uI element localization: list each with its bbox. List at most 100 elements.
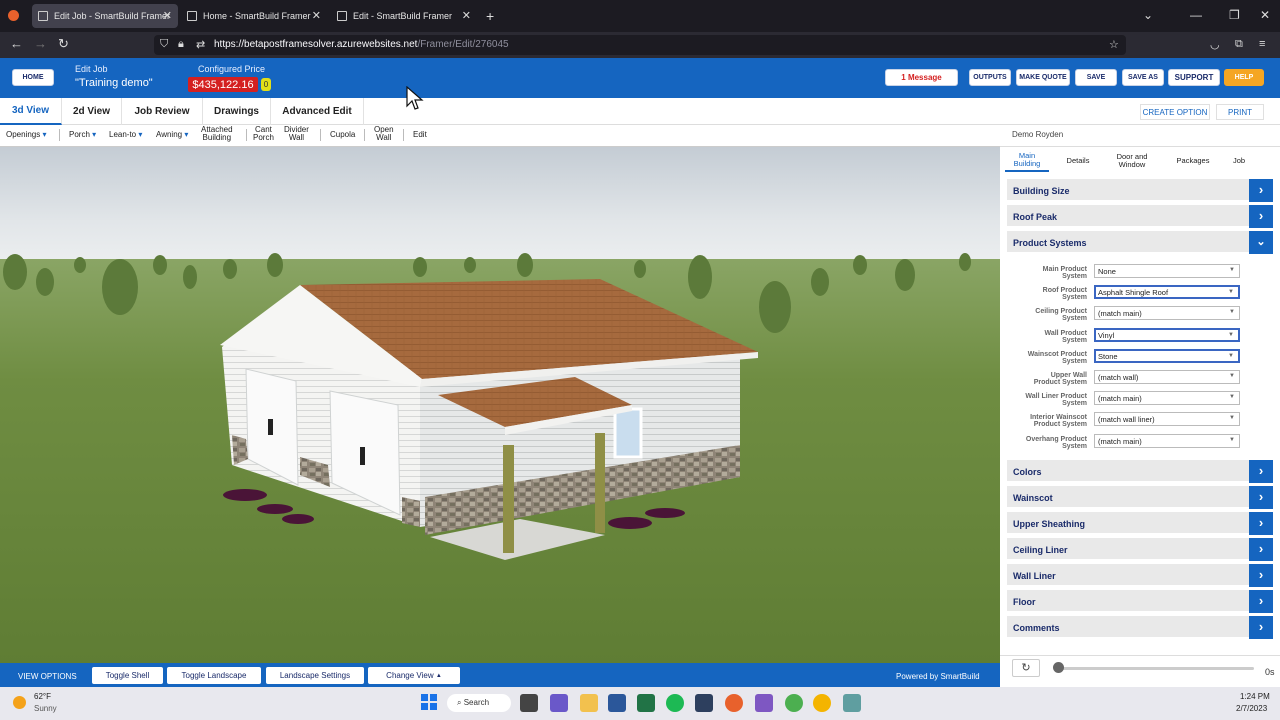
tab-details[interactable]: Details: [1055, 150, 1101, 172]
timeline-handle[interactable]: [1053, 662, 1064, 673]
new-tab-icon[interactable]: +: [486, 8, 494, 24]
list-tabs-icon[interactable]: ⌄: [1143, 8, 1153, 22]
price-badge[interactable]: 0: [261, 78, 271, 91]
open-wall-button[interactable]: Open Wall: [374, 126, 394, 142]
wainscot-product-system-select[interactable]: Stone ▼: [1094, 349, 1240, 363]
ceiling-product-system-select[interactable]: (match main) ▼: [1094, 306, 1240, 320]
browser-tab-edit-job[interactable]: Edit Job - SmartBuild Framer ✕: [32, 4, 178, 28]
porch-menu[interactable]: Porch ▾: [69, 131, 96, 139]
3d-viewport[interactable]: [0, 147, 1000, 663]
landscape-settings-button[interactable]: Landscape Settings: [266, 667, 364, 684]
address-bar[interactable]: https://betapostframesolver.azurewebsite…: [154, 35, 1126, 55]
make-quote-button[interactable]: MAKE QUOTE: [1016, 69, 1070, 86]
media-icon[interactable]: [755, 694, 773, 712]
save-button[interactable]: SAVE: [1075, 69, 1117, 86]
interior-wainscot-product-system-select[interactable]: (match wall liner) ▼: [1094, 412, 1240, 426]
task-view-icon[interactable]: [520, 694, 538, 712]
browser-tab-edit[interactable]: Edit - SmartBuild Framer ✕: [331, 4, 477, 28]
chevron-right-icon[interactable]: ›: [1249, 616, 1273, 639]
upper-sheathing-section[interactable]: Upper Sheathing: [1007, 512, 1273, 535]
firefox-icon[interactable]: [725, 694, 743, 712]
roof-peak-section[interactable]: Roof Peak: [1007, 205, 1273, 228]
chevron-right-icon[interactable]: ›: [1249, 486, 1273, 509]
close-window-icon[interactable]: ✕: [1260, 8, 1270, 22]
divider-wall-button[interactable]: Divider Wall: [284, 126, 309, 142]
chrome-icon[interactable]: [785, 694, 803, 712]
edge-icon[interactable]: [813, 694, 831, 712]
start-icon[interactable]: [421, 694, 437, 710]
edit-button[interactable]: Edit: [413, 131, 427, 139]
chat-icon[interactable]: [550, 694, 568, 712]
weather-icon[interactable]: [13, 696, 26, 709]
attached-building-button[interactable]: Attached Building: [201, 126, 233, 142]
close-tab-icon[interactable]: ✕: [163, 9, 172, 22]
chevron-down-icon[interactable]: ⌄: [1249, 231, 1273, 254]
chevron-right-icon[interactable]: ›: [1249, 512, 1273, 535]
create-option-button[interactable]: CREATE OPTION: [1140, 104, 1210, 120]
menu-icon[interactable]: ≡: [1259, 38, 1265, 50]
restore-icon[interactable]: ❐: [1229, 8, 1240, 22]
ceiling-liner-section[interactable]: Ceiling Liner: [1007, 538, 1273, 561]
forward-icon[interactable]: →: [34, 36, 47, 51]
lean-to-menu[interactable]: Lean-to ▾: [109, 131, 142, 139]
support-button[interactable]: SUPPORT: [1168, 69, 1220, 86]
shield-icon[interactable]: ⛉: [160, 38, 168, 51]
colors-section[interactable]: Colors: [1007, 460, 1273, 483]
lock-icon[interactable]: 🔒︎: [178, 38, 184, 51]
excel-icon[interactable]: [637, 694, 655, 712]
chevron-right-icon[interactable]: ›: [1249, 179, 1273, 202]
extensions-icon[interactable]: ⧉: [1235, 38, 1243, 51]
comments-section[interactable]: Comments: [1007, 616, 1273, 639]
close-tab-icon[interactable]: ✕: [462, 9, 471, 22]
roof-product-system-select[interactable]: Asphalt Shingle Roof ▼: [1094, 285, 1240, 299]
chevron-right-icon[interactable]: ›: [1249, 590, 1273, 613]
wall-product-system-select[interactable]: Vinyl ▼: [1094, 328, 1240, 342]
tab-advanced-edit[interactable]: Advanced Edit: [271, 98, 364, 125]
clock-date[interactable]: 2/7/2023: [1236, 704, 1267, 713]
permissions-icon[interactable]: ⇄: [196, 38, 205, 51]
tab-door-and-window[interactable]: Door and Window: [1105, 150, 1159, 172]
toggle-shell-button[interactable]: Toggle Shell: [92, 667, 163, 684]
bookmark-star-icon[interactable]: ☆: [1109, 38, 1119, 51]
print-button[interactable]: PRINT: [1216, 104, 1264, 120]
main-product-system-select[interactable]: None ▼: [1094, 264, 1240, 278]
floor-section[interactable]: Floor: [1007, 590, 1273, 613]
chevron-right-icon[interactable]: ›: [1249, 460, 1273, 483]
word-icon[interactable]: [608, 694, 626, 712]
reload-icon[interactable]: ↻: [58, 36, 69, 52]
awning-menu[interactable]: Awning ▾: [156, 131, 188, 139]
save-as-button[interactable]: SAVE AS: [1122, 69, 1164, 86]
cant-porch-button[interactable]: Cant Porch: [253, 126, 274, 142]
file-explorer-icon[interactable]: [580, 694, 598, 712]
tab-drawings[interactable]: Drawings: [203, 98, 271, 125]
browser-tab-home[interactable]: Home - SmartBuild Framer ✕: [181, 4, 327, 28]
tab-main-building[interactable]: Main Building: [1005, 150, 1049, 172]
timeline-track[interactable]: [1056, 667, 1254, 670]
clock-time[interactable]: 1:24 PM: [1240, 692, 1270, 701]
minimize-icon[interactable]: —: [1190, 8, 1202, 22]
home-button[interactable]: HOME: [12, 69, 54, 86]
firefox-menu-icon[interactable]: [8, 10, 19, 21]
messages-button[interactable]: 1 Message: [885, 69, 958, 86]
job-name[interactable]: "Training demo": [75, 77, 153, 89]
chevron-right-icon[interactable]: ›: [1249, 564, 1273, 587]
pocket-icon[interactable]: ◡: [1210, 38, 1220, 51]
app-icon[interactable]: [695, 694, 713, 712]
tab-2d-view[interactable]: 2d View: [62, 98, 122, 125]
toggle-landscape-button[interactable]: Toggle Landscape: [167, 667, 261, 684]
overhang-product-system-select[interactable]: (match main) ▼: [1094, 434, 1240, 448]
taskbar-search[interactable]: ⌕ Search: [447, 694, 511, 712]
wall-liner-section[interactable]: Wall Liner: [1007, 564, 1273, 587]
upper-wall-product-system-select[interactable]: (match wall) ▼: [1094, 370, 1240, 384]
building-size-section[interactable]: Building Size: [1007, 179, 1273, 202]
spotify-icon[interactable]: [666, 694, 684, 712]
openings-menu[interactable]: Openings ▾: [6, 131, 47, 139]
product-systems-section[interactable]: Product Systems: [1007, 231, 1273, 254]
snipping-tool-icon[interactable]: [843, 694, 861, 712]
tab-job-review[interactable]: Job Review: [122, 98, 203, 125]
cupola-button[interactable]: Cupola: [330, 131, 355, 139]
tab-job[interactable]: Job: [1225, 150, 1253, 172]
help-button[interactable]: HELP: [1224, 69, 1264, 86]
refresh-icon[interactable]: ↻: [1012, 659, 1040, 677]
wainscot-section[interactable]: Wainscot: [1007, 486, 1273, 509]
